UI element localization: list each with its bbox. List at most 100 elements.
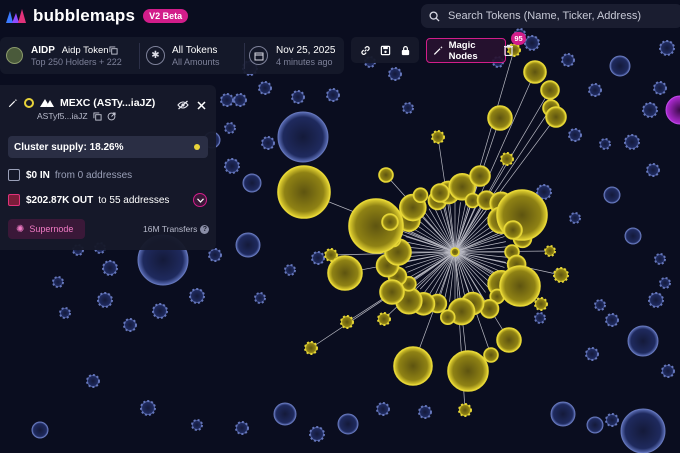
wallet-bubble[interactable] (620, 408, 666, 453)
copy-icon[interactable] (109, 46, 118, 55)
wallet-bubble[interactable] (224, 122, 236, 134)
wallet-bubble[interactable] (648, 292, 664, 308)
wallet-bubble[interactable] (376, 402, 390, 416)
magic-wand-icon[interactable] (8, 98, 18, 108)
wallet-bubble[interactable] (309, 426, 325, 442)
trash-icon[interactable] (503, 44, 514, 56)
wallet-bubble[interactable] (224, 158, 240, 174)
wallet-bubble[interactable] (311, 251, 325, 265)
wallet-bubble[interactable] (659, 40, 675, 56)
holder-bubble[interactable] (393, 346, 433, 386)
amount-filter[interactable]: ✱ All Tokens All Amounts (140, 37, 244, 74)
wallet-bubble[interactable] (235, 421, 249, 435)
wallet-bubble[interactable] (653, 81, 667, 95)
hub-bubble[interactable] (450, 247, 460, 257)
holder-bubble[interactable] (534, 297, 548, 311)
copy-icon[interactable] (92, 111, 102, 121)
holder-bubble[interactable] (412, 187, 429, 204)
holder-bubble[interactable] (496, 327, 522, 353)
cluster-supply[interactable]: Cluster supply: 18.26% (8, 136, 208, 158)
wallet-bubble[interactable] (140, 400, 156, 416)
link-icon[interactable] (360, 45, 371, 56)
wallet-bubble[interactable] (418, 405, 432, 419)
wallet-bubble[interactable] (326, 88, 340, 102)
holder-bubble[interactable] (487, 105, 513, 131)
supernode-button[interactable]: ✺ Supernode (8, 219, 85, 239)
wallet-bubble[interactable] (235, 232, 261, 258)
close-icon[interactable] (197, 101, 206, 110)
wallet-bubble[interactable] (534, 312, 546, 324)
token-selector[interactable]: AIDP Aidp Token Top 250 Holders + 222 (0, 37, 138, 74)
wallet-bubble[interactable] (588, 83, 602, 97)
wallet-bubble[interactable] (254, 292, 266, 304)
wallet-bubble[interactable] (277, 111, 329, 163)
search-input[interactable]: Search Tokens (Name, Ticker, Address) (421, 4, 680, 28)
wallet-bubble[interactable] (86, 374, 100, 388)
wallet-bubble[interactable] (242, 173, 262, 193)
wallet-bubble[interactable] (102, 260, 118, 276)
wallet-bubble[interactable] (220, 93, 234, 107)
holder-bubble[interactable] (377, 312, 391, 326)
wallet-bubble[interactable] (261, 136, 275, 150)
wallet-bubble[interactable] (152, 303, 168, 319)
wallet-bubble[interactable] (654, 253, 666, 265)
wallet-bubble[interactable] (624, 134, 640, 150)
holder-bubble[interactable] (340, 315, 354, 329)
wallet-bubble[interactable] (59, 307, 71, 319)
holder-bubble[interactable] (379, 279, 405, 305)
wallet-bubble[interactable] (585, 347, 599, 361)
wallet-bubble[interactable] (624, 227, 642, 245)
lock-icon[interactable] (400, 45, 411, 56)
external-link-icon[interactable] (107, 111, 116, 121)
wallet-bubble[interactable] (258, 81, 272, 95)
wallet-bubble[interactable] (189, 288, 205, 304)
wallet-bubble[interactable] (191, 419, 203, 431)
wallet-bubble[interactable] (661, 364, 675, 378)
outflow-row[interactable]: $202.87K OUT to 55 addresses (8, 194, 169, 206)
wallet-bubble[interactable] (605, 313, 619, 327)
holder-bubble[interactable] (545, 106, 567, 128)
wallet-bubble[interactable] (52, 276, 64, 288)
holder-bubble[interactable] (381, 213, 399, 231)
holder-bubble[interactable] (483, 347, 499, 363)
holder-bubble[interactable] (327, 255, 363, 291)
holder-bubble[interactable] (499, 265, 541, 307)
wallet-bubble[interactable] (665, 95, 680, 125)
holder-bubble[interactable] (458, 403, 472, 417)
wallet-bubble[interactable] (337, 413, 359, 435)
wallet-bubble[interactable] (233, 93, 247, 107)
wallet-bubble[interactable] (31, 421, 49, 439)
wallet-bubble[interactable] (97, 292, 113, 308)
logo[interactable]: bubblemaps V2 Beta (5, 6, 189, 26)
save-icon[interactable] (380, 45, 391, 56)
wallet-bubble[interactable] (605, 413, 619, 427)
date-filter[interactable]: Nov 25, 2025 4 minutes ago (245, 37, 344, 74)
inflow-row[interactable]: $0 IN from 0 addresses (8, 169, 132, 181)
holder-bubble[interactable] (277, 165, 331, 219)
holder-bubble[interactable] (378, 167, 394, 183)
wallet-bubble[interactable] (388, 67, 402, 81)
help-icon[interactable]: ? (200, 224, 210, 234)
wallet-bubble[interactable] (524, 35, 540, 51)
holder-bubble[interactable] (500, 152, 514, 166)
wallet-bubble[interactable] (561, 53, 575, 67)
wallet-bubble[interactable] (646, 163, 660, 177)
holder-bubble[interactable] (439, 309, 456, 325)
magic-nodes-button[interactable]: Magic Nodes (426, 38, 506, 63)
wallet-bubble[interactable] (402, 102, 414, 114)
chevron-down-icon[interactable] (193, 193, 207, 207)
hide-icon[interactable] (177, 100, 189, 110)
wallet-bubble[interactable] (642, 102, 658, 118)
holder-bubble[interactable] (523, 60, 547, 84)
holder-bubble[interactable] (431, 130, 445, 144)
wallet-bubble[interactable] (284, 264, 296, 276)
wallet-bubble[interactable] (208, 248, 222, 262)
holder-bubble[interactable] (544, 245, 556, 257)
holder-bubble[interactable] (324, 248, 338, 262)
wallet-bubble[interactable] (550, 401, 576, 427)
wallet-bubble[interactable] (273, 402, 297, 426)
wallet-bubble[interactable] (123, 318, 137, 332)
holder-bubble[interactable] (503, 220, 523, 240)
holder-bubble[interactable] (469, 165, 491, 187)
wallet-bubble[interactable] (568, 128, 582, 142)
